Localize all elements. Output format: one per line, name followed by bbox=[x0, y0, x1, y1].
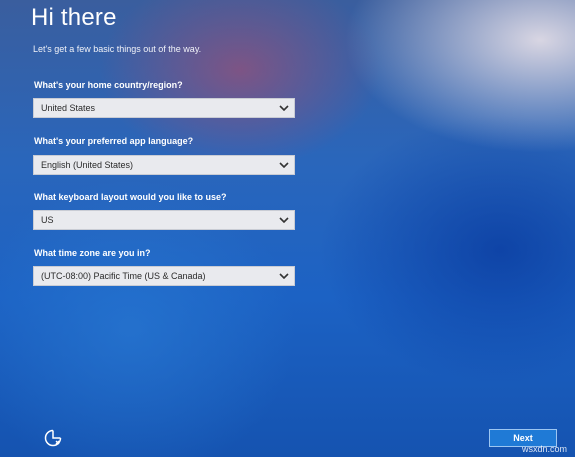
chevron-down-icon bbox=[276, 100, 292, 116]
chevron-down-icon bbox=[276, 157, 292, 173]
app-language-label: What's your preferred app language? bbox=[34, 136, 194, 146]
time-zone-label: What time zone are you in? bbox=[34, 248, 151, 258]
page-title: Hi there bbox=[31, 4, 117, 31]
time-zone-value: (UTC-08:00) Pacific Time (US & Canada) bbox=[41, 271, 206, 281]
country-label: What's your home country/region? bbox=[34, 80, 183, 90]
keyboard-layout-value: US bbox=[41, 215, 54, 225]
country-value: United States bbox=[41, 103, 96, 113]
setup-page: Hi there Let's get a few basic things ou… bbox=[0, 0, 575, 457]
time-zone-dropdown[interactable]: (UTC-08:00) Pacific Time (US & Canada) bbox=[33, 266, 295, 286]
chevron-down-icon bbox=[276, 212, 292, 228]
country-dropdown[interactable]: United States bbox=[33, 98, 295, 118]
keyboard-layout-dropdown[interactable]: US bbox=[33, 210, 295, 230]
watermark-text: wsxdn.com bbox=[521, 444, 567, 454]
app-language-dropdown[interactable]: English (United States) bbox=[33, 155, 295, 175]
keyboard-layout-label: What keyboard layout would you like to u… bbox=[34, 192, 227, 202]
app-language-value: English (United States) bbox=[41, 160, 134, 170]
cortana-icon[interactable] bbox=[43, 428, 63, 448]
chevron-down-icon bbox=[276, 268, 292, 284]
page-subtitle: Let's get a few basic things out of the … bbox=[33, 44, 202, 54]
